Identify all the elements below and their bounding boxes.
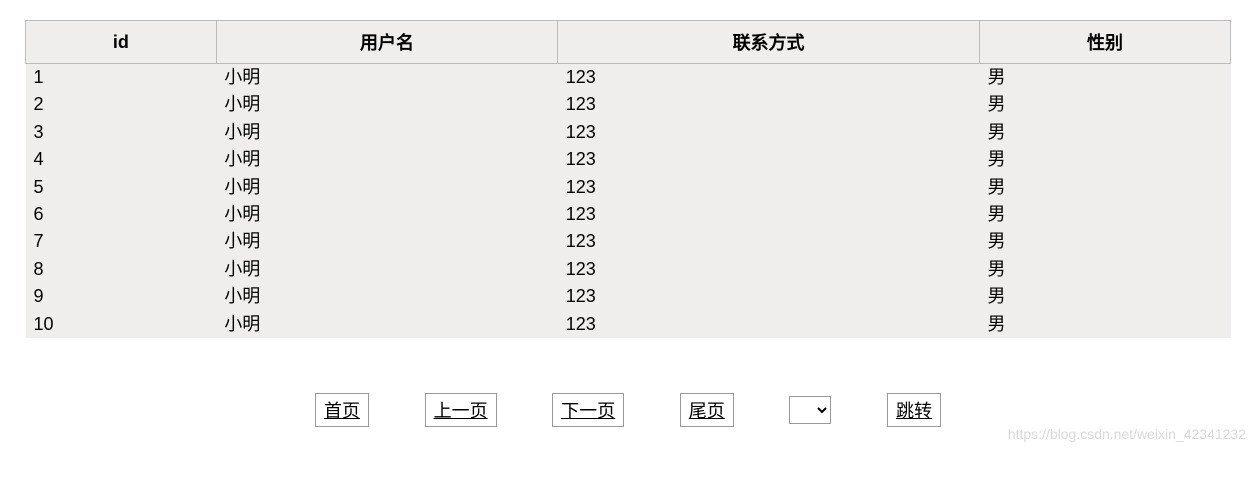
- col-contact: 联系方式: [558, 21, 980, 64]
- table-header-row: id 用户名 联系方式 性别: [26, 21, 1231, 64]
- watermark-text: https://blog.csdn.net/weixin_42341232: [1008, 426, 1246, 442]
- cell-username: 小明: [216, 201, 557, 228]
- cell-username: 小明: [216, 228, 557, 255]
- first-page-button[interactable]: 首页: [315, 393, 369, 427]
- cell-contact: 123: [558, 146, 980, 173]
- table-row: 6小明123男: [26, 201, 1231, 228]
- cell-contact: 123: [558, 174, 980, 201]
- cell-contact: 123: [558, 64, 980, 92]
- page-select[interactable]: [789, 396, 831, 424]
- cell-gender: 男: [979, 228, 1230, 255]
- cell-contact: 123: [558, 283, 980, 310]
- col-username: 用户名: [216, 21, 557, 64]
- jump-button[interactable]: 跳转: [887, 393, 941, 427]
- last-page-button[interactable]: 尾页: [680, 393, 734, 427]
- table-row: 3小明123男: [26, 119, 1231, 146]
- cell-id: 3: [26, 119, 217, 146]
- cell-contact: 123: [558, 256, 980, 283]
- table-row: 4小明123男: [26, 146, 1231, 173]
- next-page-button[interactable]: 下一页: [552, 393, 624, 427]
- cell-username: 小明: [216, 311, 557, 338]
- cell-contact: 123: [558, 228, 980, 255]
- cell-gender: 男: [979, 91, 1230, 118]
- cell-gender: 男: [979, 256, 1230, 283]
- cell-gender: 男: [979, 311, 1230, 338]
- cell-gender: 男: [979, 174, 1230, 201]
- cell-username: 小明: [216, 91, 557, 118]
- cell-gender: 男: [979, 283, 1230, 310]
- cell-contact: 123: [558, 311, 980, 338]
- cell-contact: 123: [558, 119, 980, 146]
- cell-id: 5: [26, 174, 217, 201]
- table-row: 8小明123男: [26, 256, 1231, 283]
- col-gender: 性别: [979, 21, 1230, 64]
- cell-username: 小明: [216, 64, 557, 92]
- cell-gender: 男: [979, 64, 1230, 92]
- cell-contact: 123: [558, 91, 980, 118]
- cell-username: 小明: [216, 256, 557, 283]
- table-row: 9小明123男: [26, 283, 1231, 310]
- cell-id: 4: [26, 146, 217, 173]
- cell-id: 7: [26, 228, 217, 255]
- table-row: 5小明123男: [26, 174, 1231, 201]
- cell-username: 小明: [216, 283, 557, 310]
- cell-id: 2: [26, 91, 217, 118]
- cell-contact: 123: [558, 201, 980, 228]
- table-row: 7小明123男: [26, 228, 1231, 255]
- prev-page-button[interactable]: 上一页: [425, 393, 497, 427]
- cell-username: 小明: [216, 146, 557, 173]
- data-table: id 用户名 联系方式 性别 1小明123男2小明123男3小明123男4小明1…: [25, 20, 1231, 338]
- cell-username: 小明: [216, 119, 557, 146]
- cell-id: 1: [26, 64, 217, 92]
- cell-id: 10: [26, 311, 217, 338]
- cell-gender: 男: [979, 201, 1230, 228]
- table-row: 1小明123男: [26, 64, 1231, 92]
- col-id: id: [26, 21, 217, 64]
- cell-id: 8: [26, 256, 217, 283]
- table-row: 10小明123男: [26, 311, 1231, 338]
- cell-gender: 男: [979, 146, 1230, 173]
- cell-id: 9: [26, 283, 217, 310]
- cell-gender: 男: [979, 119, 1230, 146]
- cell-id: 6: [26, 201, 217, 228]
- pagination-bar: 首页 上一页 下一页 尾页 跳转: [25, 393, 1231, 427]
- cell-username: 小明: [216, 174, 557, 201]
- table-row: 2小明123男: [26, 91, 1231, 118]
